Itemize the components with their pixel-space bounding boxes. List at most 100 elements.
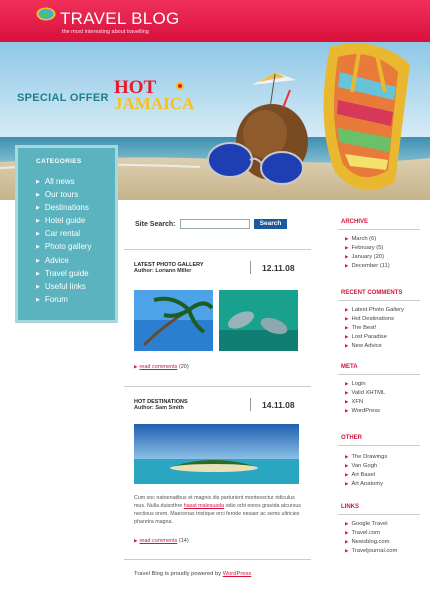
divider xyxy=(124,559,311,560)
list-item-label[interactable]: Valid XHTML xyxy=(351,390,385,396)
palm-tree-photo[interactable] xyxy=(134,290,213,351)
category-label[interactable]: Travel guide xyxy=(45,269,89,278)
search-label: Site Search: xyxy=(135,221,176,228)
list-item[interactable]: ▶ XFN xyxy=(345,397,385,406)
list-item[interactable]: ▶ February (5) xyxy=(345,243,390,252)
list-item[interactable]: ▶ New Advice xyxy=(345,341,404,350)
list-item-label[interactable]: Hot Destinations xyxy=(351,316,394,322)
list-item-label[interactable]: New Advice xyxy=(351,343,381,349)
comments-count: (20) xyxy=(178,364,189,370)
list-item[interactable]: ▶ The Best! xyxy=(345,323,404,332)
post-body: Cum soc natoenatibus et magnis dis partu… xyxy=(134,494,304,526)
search-input[interactable] xyxy=(180,219,250,229)
list-item[interactable]: ▶ The Drawings xyxy=(345,452,387,461)
list-item[interactable]: ▶ Van Gogh xyxy=(345,461,387,470)
footer: Travel Blog is proudly powered by WordPr… xyxy=(134,571,251,577)
list-item[interactable]: ▶ Valid XHTML xyxy=(345,388,385,397)
category-item[interactable]: ▶ Advice xyxy=(36,254,92,267)
list-item-label[interactable]: Traveljournal.com xyxy=(351,548,397,554)
list-item-label[interactable]: Lost Paradise xyxy=(351,334,386,340)
list-item[interactable]: ▶ December (11) xyxy=(345,261,390,270)
list-item[interactable]: ▶ January (20) xyxy=(345,252,390,261)
arrow-icon: ▶ xyxy=(345,399,349,405)
site-tagline: the most interesting about travelling xyxy=(62,29,149,35)
list-item-label[interactable]: WordPress xyxy=(351,408,380,414)
list-item[interactable]: ▶ March (6) xyxy=(345,234,390,243)
list-item-label[interactable]: Van Gogh xyxy=(351,463,377,469)
category-label[interactable]: Destinations xyxy=(45,203,89,212)
list-item[interactable]: ▶ Traveljournal.com xyxy=(345,546,397,555)
list-item[interactable]: ▶ Newsblog.com xyxy=(345,537,397,546)
divider xyxy=(124,249,311,250)
category-item[interactable]: ▶ Hotel guide xyxy=(36,214,92,227)
list-item[interactable]: ▶ Hot Destinations xyxy=(345,314,404,323)
other-heading: OTHER xyxy=(341,435,362,441)
arrow-icon: ▶ xyxy=(36,283,40,290)
list-item-label[interactable]: Latest Photo Gallery xyxy=(351,307,404,313)
arrow-icon: ▶ xyxy=(134,538,138,543)
list-item-label[interactable]: XFN xyxy=(351,399,363,405)
category-item[interactable]: ▶ Our tours xyxy=(36,188,92,201)
list-item-label[interactable]: The Best! xyxy=(351,325,376,331)
comments-count: (14) xyxy=(178,538,189,544)
read-comments-link[interactable]: read comments xyxy=(139,364,177,370)
list-item-label[interactable]: Newsblog.com xyxy=(351,539,389,545)
archive-list: ▶ March (6) ▶ February (5) ▶ January (20) ▶… xyxy=(345,234,390,270)
list-item[interactable]: ▶ WordPress xyxy=(345,406,385,415)
search-button[interactable]: Search xyxy=(254,219,287,229)
category-item[interactable]: ▶ Travel guide xyxy=(36,267,92,280)
links-list: ▶ Google Travel ▶ Travel.com ▶ Newsblog.com… xyxy=(345,519,397,555)
arrow-icon: ▶ xyxy=(345,472,349,478)
list-item-label[interactable]: Art Anatomy xyxy=(351,481,383,487)
list-item[interactable]: ▶ Login xyxy=(345,379,385,388)
category-label[interactable]: Photo gallery xyxy=(45,242,92,251)
category-label[interactable]: Our tours xyxy=(45,190,78,199)
list-item-label[interactable]: Login xyxy=(351,381,365,387)
category-label[interactable]: Forum xyxy=(45,295,68,304)
list-item-label[interactable]: December (11) xyxy=(351,263,389,269)
divider xyxy=(338,374,420,375)
site-title[interactable]: TRAVEL BLOG xyxy=(60,9,180,29)
category-item[interactable]: ▶ Forum xyxy=(36,293,92,306)
category-item[interactable]: ▶ Photo gallery xyxy=(36,240,92,253)
list-item-label[interactable]: The Drawings xyxy=(351,454,387,460)
wordpress-link[interactable]: WordPress xyxy=(223,571,252,577)
category-label[interactable]: Car rental xyxy=(45,229,80,238)
jamaica-text: JAMAICA xyxy=(114,94,195,113)
list-item-label[interactable]: January (20) xyxy=(351,254,384,260)
categories-list: ▶ All news ▶ Our tours ▶ Destinations ▶ Hote… xyxy=(36,175,92,306)
globe-logo-icon[interactable] xyxy=(36,7,56,21)
list-item-label[interactable]: Travel.com xyxy=(351,530,379,536)
tropical-island-photo[interactable] xyxy=(134,424,299,484)
arrow-icon: ▶ xyxy=(345,245,349,251)
list-item[interactable]: ▶ Lost Paradise xyxy=(345,332,404,341)
list-item-label[interactable]: Google Travel xyxy=(351,521,387,527)
other-list: ▶ The Drawings ▶ Van Gogh ▶ Art Basel ▶ Art … xyxy=(345,452,387,488)
read-comments-link[interactable]: read comments xyxy=(139,538,177,544)
post-author: Author: Sam Smith xyxy=(134,405,184,411)
list-item[interactable]: ▶ Travel.com xyxy=(345,528,397,537)
list-item-label[interactable]: March (6) xyxy=(351,236,376,242)
list-item[interactable]: ▶ Google Travel xyxy=(345,519,397,528)
category-label[interactable]: Advice xyxy=(45,256,69,265)
arrow-icon: ▶ xyxy=(36,244,40,251)
category-item[interactable]: ▶ Destinations xyxy=(36,201,92,214)
list-item-label[interactable]: Art Basel xyxy=(351,472,375,478)
category-label[interactable]: Useful links xyxy=(45,282,86,291)
list-item[interactable]: ▶ Art Anatomy xyxy=(345,479,387,488)
links-heading: LINKS xyxy=(341,504,359,510)
category-label[interactable]: All news xyxy=(45,177,75,186)
list-item[interactable]: ▶ Latest Photo Gallery xyxy=(345,305,404,314)
category-item[interactable]: ▶ All news xyxy=(36,175,92,188)
arrow-icon: ▶ xyxy=(345,381,349,386)
arrow-icon: ▶ xyxy=(345,481,349,487)
list-item[interactable]: ▶ Art Basel xyxy=(345,470,387,479)
category-item[interactable]: ▶ Useful links xyxy=(36,280,92,293)
category-item[interactable]: ▶ Car rental xyxy=(36,227,92,240)
arrow-icon: ▶ xyxy=(36,296,40,303)
dolphins-photo[interactable] xyxy=(219,290,298,351)
category-label[interactable]: Hotel guide xyxy=(45,216,85,225)
post-inline-link[interactable]: hasat malesuada xyxy=(184,503,224,509)
categories-panel: CATEGORIES ▶ All news ▶ Our tours ▶ Destina… xyxy=(15,145,118,323)
list-item-label[interactable]: February (5) xyxy=(351,245,383,251)
